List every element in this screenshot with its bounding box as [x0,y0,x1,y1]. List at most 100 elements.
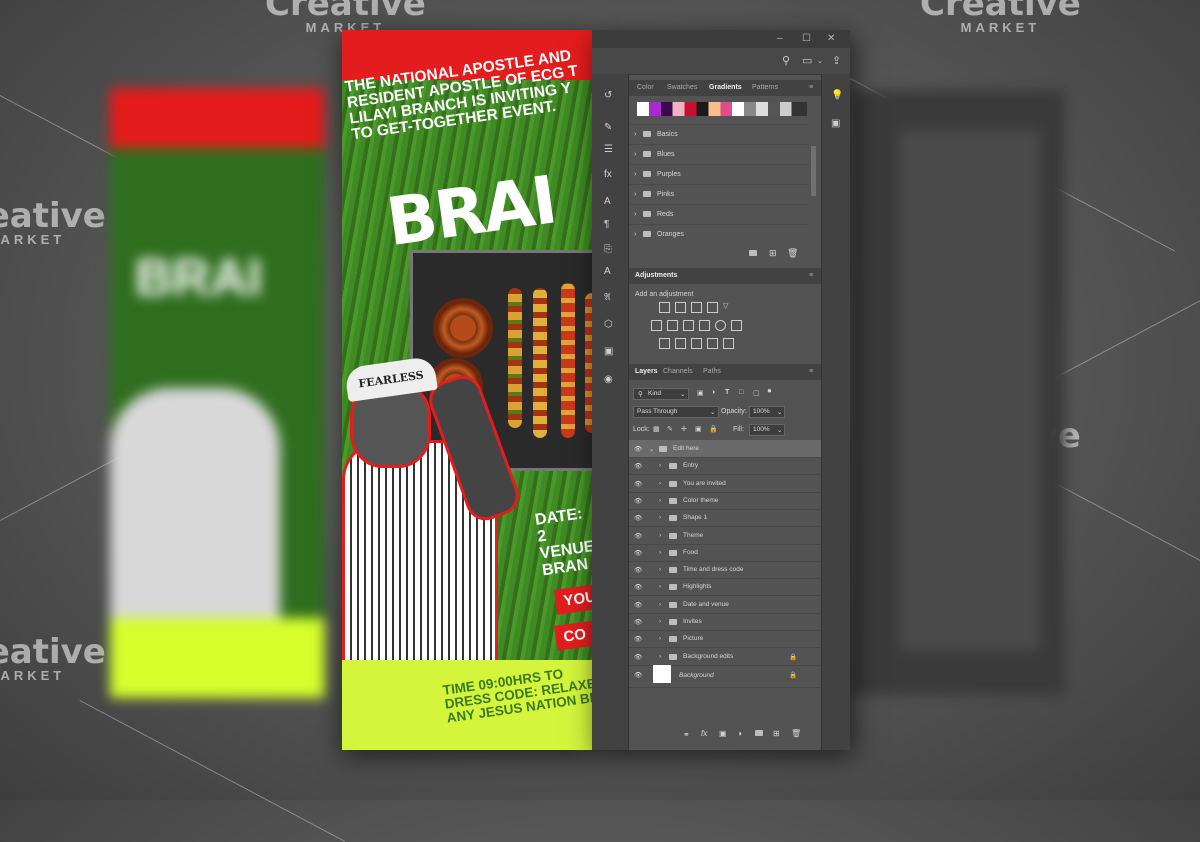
share-icon[interactable]: ⇪ [832,54,841,67]
visibility-eye-icon[interactable]: 👁 [634,566,642,574]
visibility-eye-icon[interactable]: 👁 [634,514,642,522]
chevron-right-icon[interactable]: › [659,514,661,521]
fill-input[interactable]: 100% ⌄ [749,424,785,436]
gradient-group[interactable]: › Basics [629,124,809,145]
photo-filter-icon[interactable] [699,320,710,331]
layer-row[interactable]: 👁 › Time and dress code [629,561,821,580]
tab-color[interactable]: Color [637,84,654,91]
chevron-right-icon[interactable]: › [659,583,661,590]
vibrance-icon[interactable]: ▽ [723,302,732,311]
invert-icon[interactable] [659,338,670,349]
trash-icon[interactable]: 🗑 [791,729,801,738]
filter-adjustment-icon[interactable]: ◑ [711,389,715,396]
history-icon[interactable]: ↺ [604,90,612,101]
threshold-icon[interactable] [691,338,702,349]
layer-row[interactable]: 👁 › Shape 1 [629,509,821,528]
lock-all-icon[interactable]: 🔒 [709,425,718,433]
clone-source-icon[interactable]: ⎘ [604,244,612,255]
chevron-right-icon[interactable]: › [659,480,661,487]
visibility-eye-icon[interactable]: 👁 [634,549,642,557]
exposure-icon[interactable] [707,302,718,313]
channels-mixer-icon[interactable]: ◉ [604,374,613,385]
channel-mixer-icon[interactable] [715,320,726,331]
gradient-group[interactable]: › Purples [629,164,809,185]
brightness-contrast-icon[interactable] [659,302,670,313]
new-group-icon[interactable] [755,730,763,738]
layer-mask-icon[interactable]: ▣ [719,729,727,738]
tab-patterns[interactable]: Patterns [752,84,778,91]
layer-style-icon[interactable]: fx [701,729,707,738]
chevron-right-icon[interactable]: › [659,532,661,539]
layer-row[interactable]: 👁 › Entry [629,457,821,476]
chevron-right-icon[interactable]: › [659,653,661,660]
curves-icon[interactable] [691,302,702,313]
visibility-eye-icon[interactable]: 👁 [634,618,642,626]
color-balance-icon[interactable] [667,320,678,331]
chevron-right-icon[interactable]: › [659,462,661,469]
panel-menu-icon[interactable]: ≡ [809,84,813,91]
filter-shape-icon[interactable]: □ [739,389,743,396]
layer-row[interactable]: 👁 › Highlights [629,578,821,597]
layer-row[interactable]: 👁 › You are invited [629,475,821,493]
glyphs-icon[interactable]: A [604,266,611,277]
visibility-eye-icon[interactable]: 👁 [634,601,642,609]
filter-type-icon[interactable]: T [725,389,729,396]
chevron-down-icon[interactable]: ⌄ [649,445,654,453]
layer-row[interactable]: 👁 › Food [629,544,821,562]
timeline-icon[interactable]: ▣ [604,346,613,357]
gradient-group[interactable]: › Blues [629,144,809,165]
properties-icon[interactable]: ☰ [604,144,613,155]
color-lookup-icon[interactable] [731,320,742,331]
visibility-eye-icon[interactable]: 👁 [634,635,642,643]
layer-row[interactable]: 👁 › Color theme [629,492,821,510]
blend-mode-select[interactable]: Pass Through ⌄ [633,406,719,418]
opacity-input[interactable]: 100% ⌄ [749,406,785,418]
tab-gradients[interactable]: Gradients [709,84,742,91]
filter-toggle[interactable]: ● [767,386,772,395]
black-white-icon[interactable] [683,320,694,331]
lock-artboard-icon[interactable]: ▣ [695,425,702,433]
learn-icon[interactable]: 💡 [831,90,843,101]
trash-icon[interactable]: 🗑 [787,248,798,259]
libraries-icon[interactable]: ▣ [831,118,840,129]
close-button[interactable]: ✕ [827,33,835,44]
tab-adjustments[interactable]: Adjustments [635,272,677,279]
workspace-icon[interactable]: ▭ [802,54,812,67]
gradient-group[interactable]: › Reds [629,204,809,225]
layer-row[interactable]: 👁 › Date and venue [629,596,821,614]
search-icon[interactable]: ⚲ [782,54,790,67]
visibility-eye-icon[interactable]: 👁 [634,445,642,453]
levels-icon[interactable] [675,302,686,313]
layer-row[interactable]: 👁 › Theme [629,527,821,545]
layer-row[interactable]: 👁 ⌄ Edit here [629,440,821,458]
adjustment-layer-icon[interactable]: ◑ [737,729,742,738]
scrollbar[interactable] [811,146,816,196]
character-styles-icon[interactable]: 𝔄 [604,292,611,303]
visibility-eye-icon[interactable]: 👁 [634,671,642,679]
visibility-eye-icon[interactable]: 👁 [634,532,642,540]
tab-swatches[interactable]: Swatches [667,84,697,91]
visibility-eye-icon[interactable]: 👁 [634,583,642,591]
gradient-map-icon[interactable] [707,338,718,349]
layer-row[interactable]: 👁 › Invites [629,613,821,631]
tab-channels[interactable]: Channels [663,368,693,375]
hue-saturation-icon[interactable] [651,320,662,331]
chevron-right-icon[interactable]: › [659,601,661,608]
visibility-eye-icon[interactable]: 👁 [634,497,642,505]
panel-menu-icon[interactable]: ≡ [809,272,813,279]
tab-layers[interactable]: Layers [635,368,658,375]
3d-icon[interactable]: ⬡ [604,319,613,330]
link-layers-icon[interactable]: ⚭ [683,730,690,739]
layer-background[interactable]: 👁 Background 🔒 [629,663,821,688]
layer-filter-kind[interactable]: ⚲ Kind ⌄ [633,388,689,400]
lock-image-icon[interactable]: ✎ [667,425,673,433]
paragraph-icon[interactable]: ¶ [604,219,609,230]
brush-settings-icon[interactable]: ✎ [604,122,612,133]
selective-color-icon[interactable] [723,338,734,349]
visibility-eye-icon[interactable]: 👁 [634,462,642,470]
panel-menu-icon[interactable]: ≡ [809,368,813,375]
character-icon[interactable]: A [604,196,611,207]
posterize-icon[interactable] [675,338,686,349]
new-layer-icon[interactable]: ⊞ [773,729,780,738]
chevron-down-icon[interactable]: ⌄ [817,57,823,65]
